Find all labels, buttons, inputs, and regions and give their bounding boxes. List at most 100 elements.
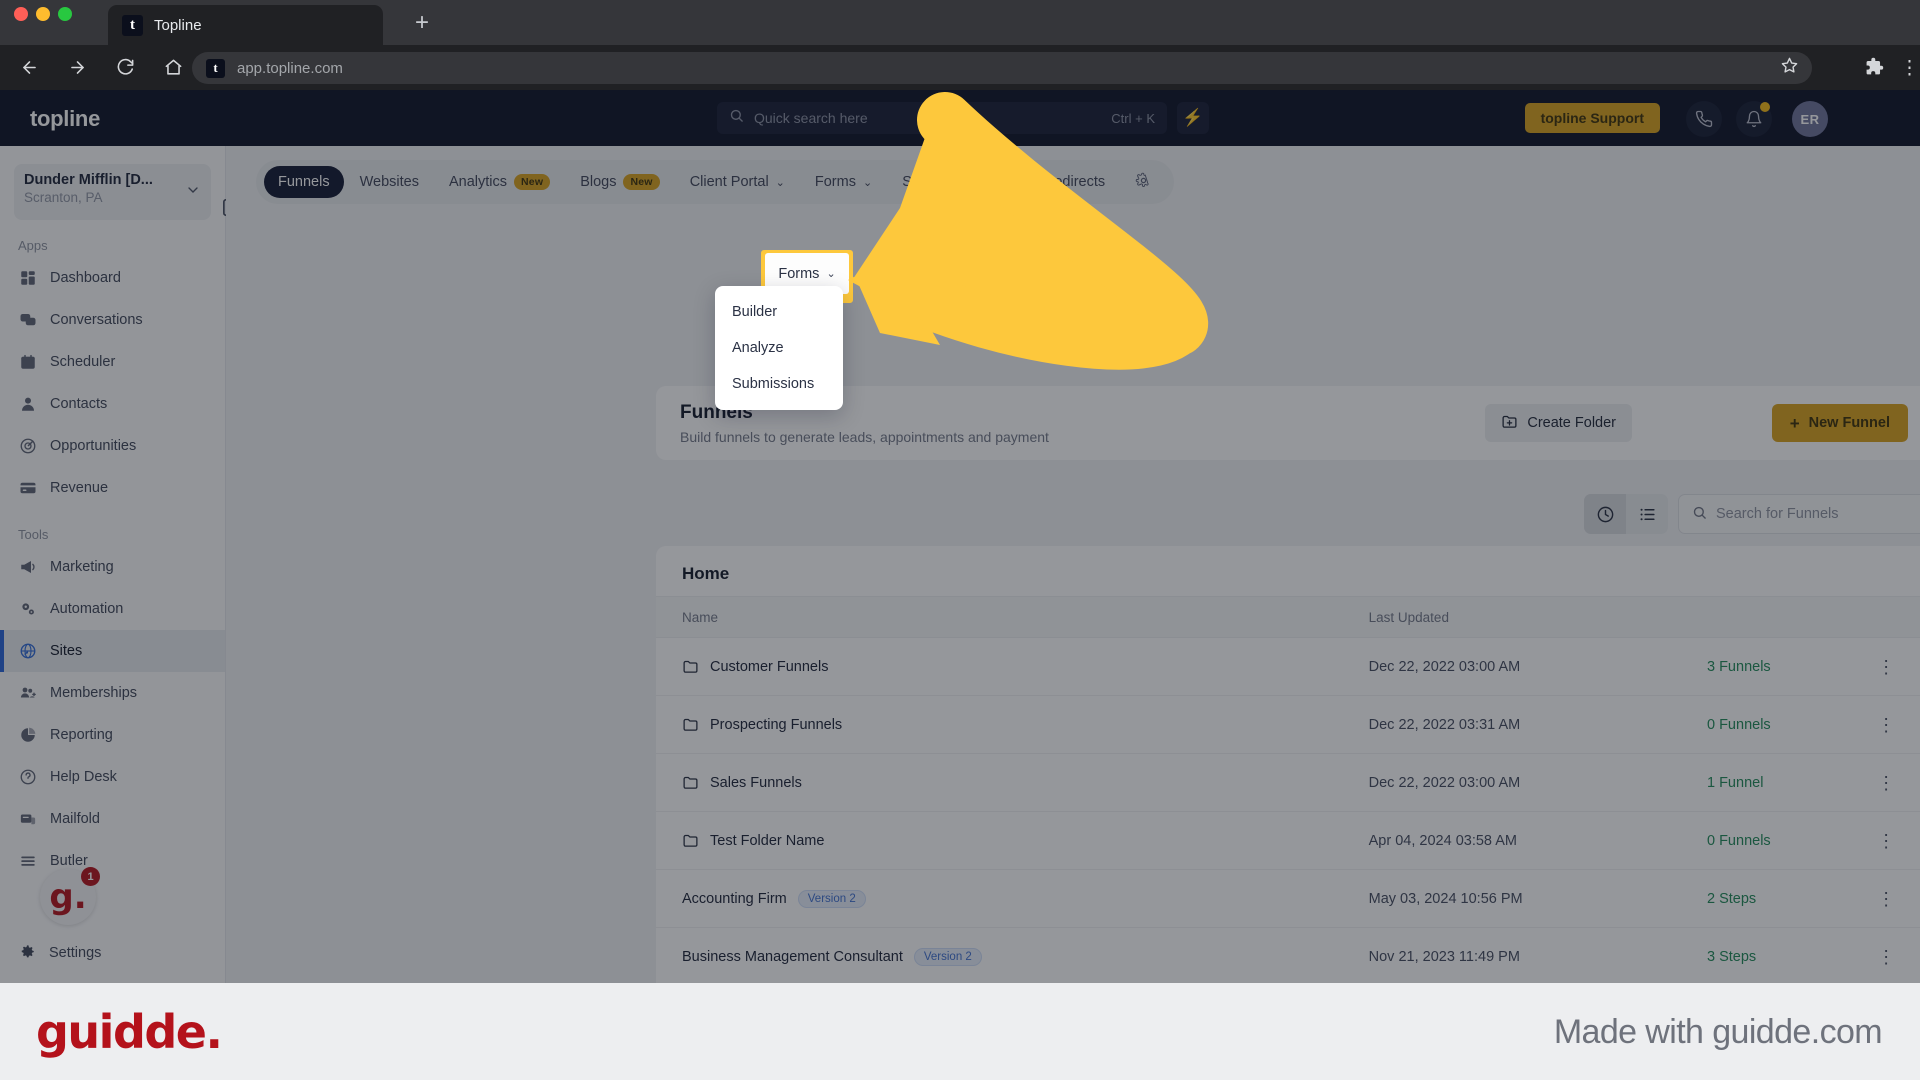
browser-tab-topline[interactable]: t Topline bbox=[108, 5, 383, 45]
forward-arrow-icon[interactable] bbox=[58, 49, 96, 87]
new-tab-button[interactable]: + bbox=[405, 8, 439, 40]
home-icon[interactable] bbox=[154, 49, 192, 87]
topline-support-button[interactable]: topline Support bbox=[1524, 103, 1660, 133]
dropdown-item-builder[interactable]: Builder bbox=[715, 294, 843, 330]
row-menu-button[interactable]: ⋮ bbox=[1866, 716, 1906, 734]
chat-icon bbox=[18, 311, 37, 330]
table-row[interactable]: Business Management Consultant Version 2 N… bbox=[656, 928, 1920, 983]
table-header-row: Name Last Updated bbox=[656, 596, 1920, 638]
table-row[interactable]: Accounting Firm Version 2 May 03, 2024 10:… bbox=[656, 870, 1920, 928]
row-menu-button[interactable]: ⋮ bbox=[1866, 888, 1906, 909]
row-name-text: Test Folder Name bbox=[710, 832, 825, 849]
table-group-title: Home bbox=[682, 564, 730, 583]
tab-client-portal[interactable]: Client Portal ⌄ bbox=[676, 166, 799, 198]
sidebar-item-automation[interactable]: Automation bbox=[0, 588, 225, 630]
sidebar-item-help-desk[interactable]: Help Desk bbox=[0, 756, 225, 798]
plus-icon: + bbox=[1789, 413, 1800, 433]
tab-media[interactable]: Media bbox=[928, 166, 996, 198]
row-menu-button[interactable]: ⋮ bbox=[1866, 774, 1906, 792]
dropdown-item-submissions[interactable]: Submissions bbox=[715, 366, 843, 402]
tab-analytics[interactable]: Analytics New bbox=[435, 166, 564, 198]
sidebar-item-conversations[interactable]: Conversations bbox=[0, 299, 225, 341]
bookmark-star-icon[interactable] bbox=[1781, 57, 1798, 79]
sidebar-item-label: Mailfold bbox=[50, 811, 100, 827]
minimize-window-button[interactable] bbox=[36, 7, 50, 21]
tab-websites[interactable]: Websites bbox=[346, 166, 433, 198]
create-folder-label: Create Folder bbox=[1527, 415, 1616, 431]
sidebar-item-label: Scheduler bbox=[50, 354, 116, 370]
list-view-icon[interactable] bbox=[1626, 494, 1668, 534]
chevron-down-icon: ⌄ bbox=[826, 268, 836, 280]
funnels-table-card: Home Name Last Updated Customer Funnels D… bbox=[656, 546, 1920, 983]
sidebar-item-label: Contacts bbox=[50, 396, 108, 412]
target-icon bbox=[18, 437, 37, 456]
sidebar-item-opportunities[interactable]: Opportunities bbox=[0, 425, 225, 467]
user-avatar[interactable]: ER bbox=[1792, 101, 1828, 137]
sidebar-item-contacts[interactable]: Contacts bbox=[0, 383, 225, 425]
funnels-toolbar: Search for Funnels bbox=[656, 494, 1920, 534]
tab-url-redirects[interactable]: URL Redirects bbox=[997, 166, 1119, 198]
dashboard-icon bbox=[18, 269, 37, 288]
sidebar-item-label: Butler bbox=[50, 853, 88, 869]
sidebar-item-dashboard[interactable]: Dashboard bbox=[0, 257, 225, 299]
sidebar-item-revenue[interactable]: Revenue bbox=[0, 467, 225, 509]
app-topbar: topline Quick search here Ctrl + K ⚡ top… bbox=[0, 90, 1920, 146]
sidebar-item-marketing[interactable]: Marketing bbox=[0, 546, 225, 588]
sidebar-item-label: Opportunities bbox=[50, 438, 137, 454]
tab-funnels[interactable]: Funnels bbox=[264, 166, 344, 198]
close-window-button[interactable] bbox=[14, 7, 28, 21]
clock-icon[interactable] bbox=[1584, 494, 1626, 534]
mail-icon bbox=[18, 810, 37, 829]
sidebar-item-scheduler[interactable]: Scheduler bbox=[0, 341, 225, 383]
sidebar-item-sites[interactable]: Sites bbox=[0, 630, 225, 672]
sidebar-item-mailfold[interactable]: Mailfold bbox=[0, 798, 225, 840]
tab-label: Analytics bbox=[448, 174, 507, 190]
tab-settings-gear[interactable] bbox=[1121, 166, 1166, 198]
extensions-puzzle-icon[interactable] bbox=[1865, 57, 1884, 81]
row-name-cell: Accounting Firm Version 2 bbox=[682, 889, 1369, 908]
reload-icon[interactable] bbox=[106, 49, 144, 87]
tab-forms[interactable]: Forms ⌄ bbox=[801, 166, 886, 198]
sidebar-item-label: Automation bbox=[50, 601, 124, 617]
pie-chart-icon bbox=[18, 726, 37, 745]
row-last-updated: Nov 21, 2023 11:49 PM bbox=[1368, 948, 1520, 965]
sidebar-item-memberships[interactable]: Memberships bbox=[0, 672, 225, 714]
tab-s[interactable]: S bbox=[888, 166, 926, 198]
table-row[interactable]: Test Folder Name Apr 04, 2024 03:58 AM 0 F… bbox=[656, 812, 1920, 870]
guidde-footer: guidde. Made with guidde.com bbox=[0, 983, 1920, 1080]
sidebar-item-settings[interactable]: Settings bbox=[0, 933, 225, 973]
column-header-last-updated: Last Updated bbox=[1368, 609, 1449, 625]
forms-tab-label: Forms bbox=[778, 265, 820, 282]
sidebar-item-butler[interactable]: Butler bbox=[0, 840, 225, 882]
row-menu-button[interactable]: ⋮ bbox=[1866, 658, 1906, 676]
phone-icon[interactable] bbox=[1686, 101, 1722, 137]
quick-search-input[interactable]: Quick search here Ctrl + K bbox=[717, 102, 1167, 134]
quick-actions-bolt-icon[interactable]: ⚡ bbox=[1177, 102, 1209, 134]
row-menu-button[interactable]: ⋮ bbox=[1866, 948, 1906, 966]
dropdown-item-analyze[interactable]: Analyze bbox=[715, 330, 843, 366]
tab-label: Client Portal bbox=[689, 174, 769, 190]
search-funnels-input[interactable]: Search for Funnels bbox=[1678, 494, 1920, 534]
kebab-menu-icon: ⋮ bbox=[1877, 888, 1896, 909]
address-bar[interactable]: t app.topline.com bbox=[192, 52, 1812, 84]
sidebar-item-reporting[interactable]: Reporting bbox=[0, 714, 225, 756]
new-funnel-label: New Funnel bbox=[1808, 415, 1890, 431]
browser-menu-icon[interactable]: ⋮ bbox=[1900, 59, 1919, 78]
folder-icon bbox=[682, 774, 699, 791]
tab-blogs[interactable]: Blogs New bbox=[566, 166, 673, 198]
maximize-window-button[interactable] bbox=[58, 7, 72, 21]
row-count: 0 Funnels bbox=[1706, 832, 1771, 849]
create-folder-button[interactable]: Create Folder bbox=[1485, 404, 1632, 442]
guidde-floating-badge[interactable]: g. 1 bbox=[40, 867, 100, 925]
back-arrow-icon[interactable] bbox=[10, 49, 48, 87]
table-row[interactable]: Customer Funnels Dec 22, 2022 03:00 AM 3 F… bbox=[656, 638, 1920, 696]
folder-icon bbox=[682, 658, 699, 675]
table-row[interactable]: Prospecting Funnels Dec 22, 2022 03:31 AM… bbox=[656, 696, 1920, 754]
new-funnel-button[interactable]: + New Funnel bbox=[1771, 404, 1908, 442]
row-count: 3 Funnels bbox=[1706, 658, 1771, 675]
row-menu-button[interactable]: ⋮ bbox=[1866, 832, 1906, 850]
megaphone-icon bbox=[18, 558, 37, 577]
topline-logo: topline bbox=[30, 106, 101, 131]
table-row[interactable]: Sales Funnels Dec 22, 2022 03:00 AM 1 Funn… bbox=[656, 754, 1920, 812]
location-picker[interactable]: Dunder Mifflin [D... Scranton, PA bbox=[14, 164, 242, 220]
